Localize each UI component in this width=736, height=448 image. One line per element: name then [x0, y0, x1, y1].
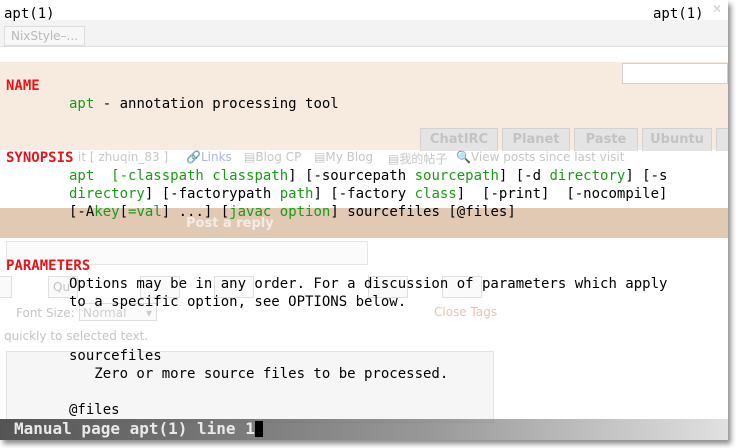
command-name: apt: [69, 96, 95, 112]
pager-status-text: Manual page apt(1) line 1: [14, 420, 263, 438]
man-page: apt(1) apt(1) NAME apt - annotation proc…: [0, 0, 728, 440]
man-header-left: apt(1): [4, 6, 55, 22]
synopsis-line-3: [-Akey[=val] ...] [javac option] sourcef…: [69, 204, 516, 220]
parameter-term-sourcefiles: sourcefiles: [69, 348, 162, 364]
synopsis-line-1: apt [-classpath classpath] [-sourcepath …: [69, 168, 668, 184]
parameter-definition-sourcefiles: Zero or more source files to be processe…: [69, 366, 449, 382]
parameters-paragraph-line-1: Options may be in any order. For a discu…: [69, 276, 668, 292]
terminal-window: NixStyle–... ✕ ChatIRC Planet Paste Ubun…: [0, 0, 728, 440]
name-description: apt - annotation processing tool: [69, 95, 339, 113]
text-cursor: [254, 421, 263, 437]
parameter-term-files: @files: [69, 402, 120, 418]
man-header-right: apt(1): [653, 6, 704, 22]
section-heading-parameters: PARAMETERS: [6, 258, 91, 274]
parameters-paragraph-line-2: to a specific option, see OPTIONS below.: [69, 294, 407, 310]
section-heading-name: NAME: [6, 78, 40, 94]
synopsis-line-2: directory] [-factorypath path] [-factory…: [69, 186, 668, 202]
section-heading-synopsis: SYNOPSIS: [6, 150, 74, 166]
command-summary: - annotation processing tool: [94, 96, 339, 112]
